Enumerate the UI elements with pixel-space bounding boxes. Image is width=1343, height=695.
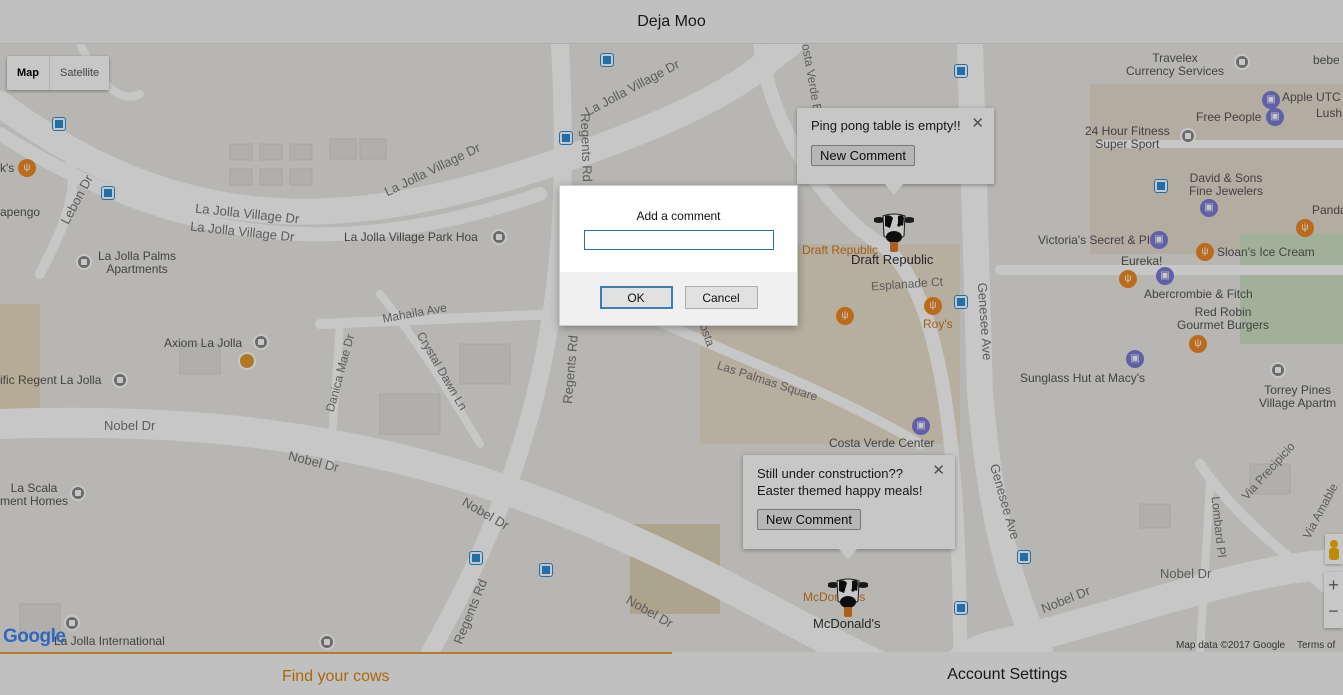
- cancel-button[interactable]: Cancel: [684, 286, 758, 309]
- add-comment-dialog: Add a comment OK Cancel: [559, 185, 798, 326]
- ok-button[interactable]: OK: [599, 286, 673, 309]
- dialog-prompt: Add a comment: [636, 209, 721, 223]
- comment-input[interactable]: [583, 230, 774, 250]
- modal-overlay: [0, 0, 1343, 695]
